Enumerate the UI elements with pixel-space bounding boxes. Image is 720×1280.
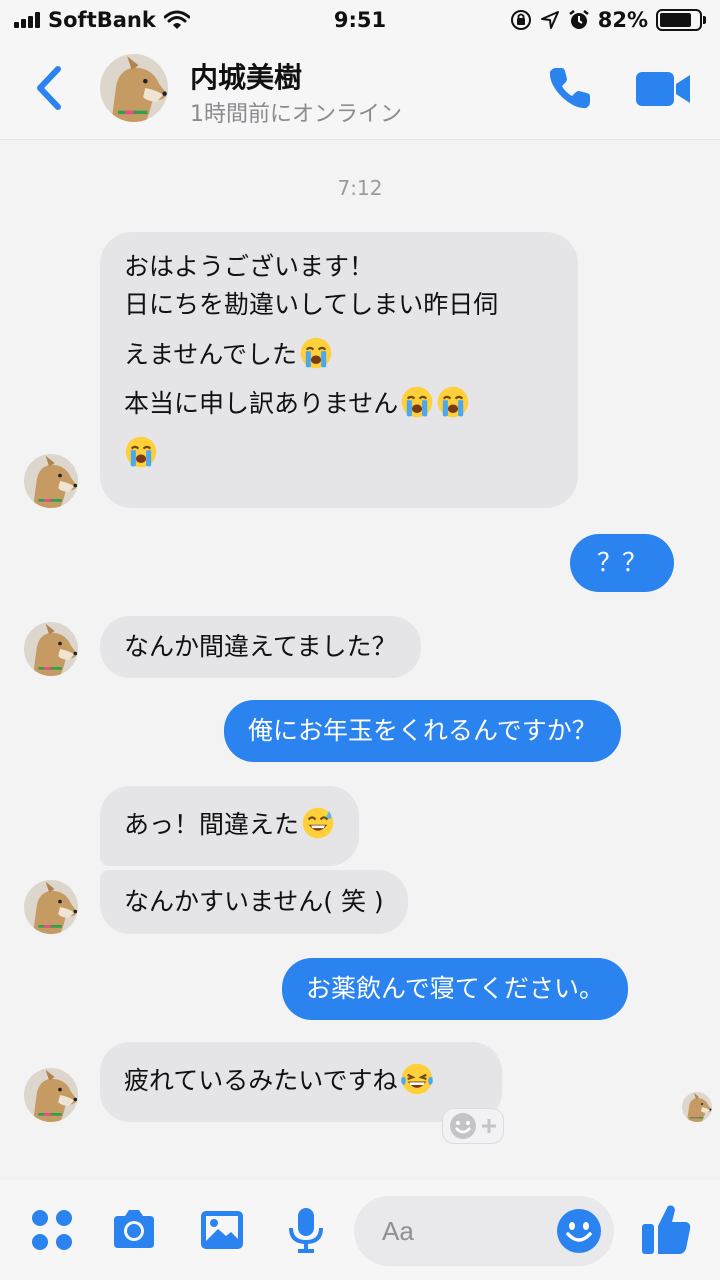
incoming-message[interactable]: あっ！間違えた [100,786,360,866]
emoji-icon[interactable] [556,1208,602,1254]
alarm-icon [568,10,589,29]
video-camera-icon[interactable] [636,70,692,108]
sweat-smile-emoji-icon [301,806,335,840]
microphone-icon[interactable] [282,1206,330,1254]
joy-emoji-icon [400,1062,434,1096]
status-time: 9:51 [333,8,387,32]
message-text: あっ！間違えた [124,810,300,839]
battery-icon [656,9,706,31]
outgoing-message[interactable]: お薬飲んで寝てください。 [282,958,629,1020]
outgoing-message[interactable]: 俺にお年玉をくれるんですか？ [224,700,621,762]
apps-icon[interactable] [28,1206,76,1254]
message-timestamp: 7:12 [337,176,383,200]
contact-avatar[interactable] [24,454,78,508]
wifi-icon [163,10,190,29]
message-line: えませんでした [124,339,298,369]
incoming-message[interactable]: なんか間違えてました？ [100,616,421,678]
add-reaction-button[interactable] [442,1108,504,1144]
crying-emoji-icon [299,336,333,370]
plus-icon [482,1119,496,1133]
contact-avatar[interactable] [24,1068,78,1122]
message-line: 本当に申し訳ありません [124,389,399,419]
seen-receipt-avatar [682,1092,712,1122]
outgoing-message[interactable]: ？？ [570,534,674,592]
image-icon[interactable] [198,1206,246,1254]
contact-avatar[interactable] [24,622,78,676]
incoming-message[interactable]: 疲れているみたいですね [100,1042,502,1122]
message-input[interactable]: Aa [354,1196,614,1266]
crying-emoji-icon [400,385,434,419]
signal-icon [14,12,40,28]
incoming-message[interactable]: なんかすいません( 笑 ) [100,870,408,934]
message-input-placeholder: Aa [382,1215,414,1246]
contact-name[interactable]: 内城美樹 [190,56,302,96]
crying-emoji-icon [124,435,158,469]
contact-avatar[interactable] [24,880,78,934]
thumbs-up-icon[interactable] [640,1202,692,1256]
battery-percent: 82% [597,8,648,32]
contact-status: 1時間前にオンライン [190,102,402,127]
smiley-icon [450,1113,476,1139]
crying-emoji-icon [436,385,470,419]
chevron-left-icon[interactable] [30,65,70,111]
message-line: 日にちを勘違いしてしまい昨日伺 [124,289,499,319]
camera-icon[interactable] [110,1206,158,1254]
message-text: 疲れているみたいですね [124,1066,398,1095]
chat-header: 内城美樹 1時間前にオンライン [0,40,720,140]
message-composer: Aa [0,1180,720,1280]
message-line: おはようございます！ [124,252,375,281]
phone-icon[interactable] [546,64,594,112]
status-bar: SoftBank 9:51 82% [0,0,720,40]
carrier-label: SoftBank [48,8,156,32]
contact-avatar[interactable] [100,54,168,122]
location-icon [540,11,559,29]
incoming-message[interactable]: おはようございます！ 日にちを勘違いしてしまい昨日伺 えませんでした 本当に申し… [100,232,578,508]
rotation-lock-icon [510,10,531,30]
